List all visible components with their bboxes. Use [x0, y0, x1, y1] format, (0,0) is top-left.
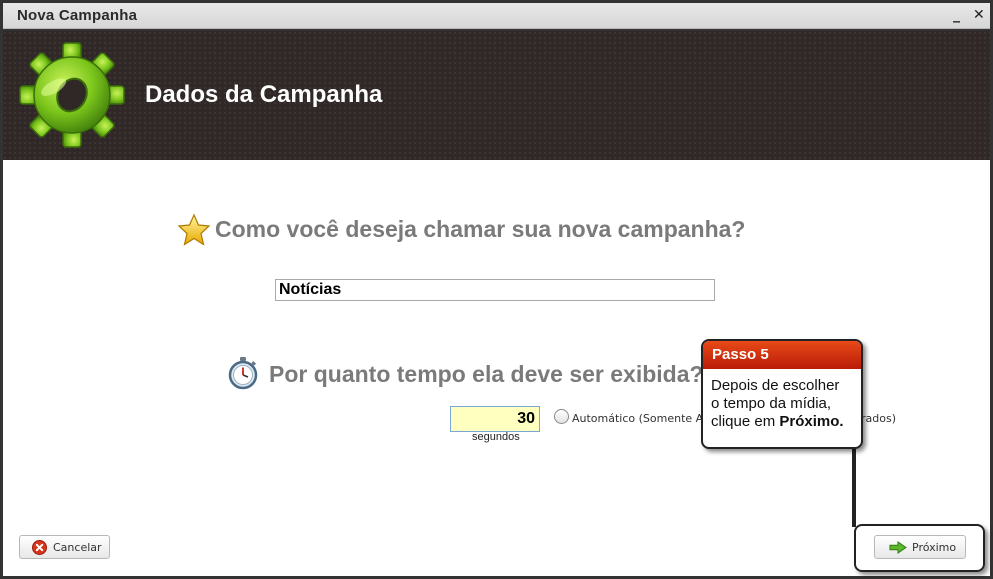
cancel-button-label: Cancelar — [53, 540, 102, 554]
callout-line-1: Depois de escolher — [711, 377, 840, 394]
duration-question: Por quanto tempo ela deve ser exibida? — [269, 361, 704, 387]
callout-connector — [852, 445, 856, 527]
campaign-name-question: Como você deseja chamar sua nova campanh… — [215, 216, 746, 242]
window-frame: Nova Campanha _ ✕ Dados da Campanha Como… — [0, 0, 993, 579]
automatic-duration-label-tail: rados) — [861, 412, 896, 425]
callout-line-3-emphasis: Próximo. — [779, 413, 844, 430]
callout-line-3: clique em Próximo. — [711, 413, 854, 431]
minimize-button[interactable]: _ — [953, 7, 960, 23]
stopwatch-icon — [228, 357, 258, 390]
callout-title: Passo 5 — [703, 341, 861, 369]
window-title: Nova Campanha — [17, 7, 138, 24]
campaign-name-input[interactable] — [275, 279, 715, 301]
next-button-highlight — [854, 524, 985, 572]
duration-seconds-input[interactable] — [450, 406, 540, 432]
cancel-button[interactable]: Cancelar — [19, 535, 110, 559]
gear-icon — [19, 42, 125, 148]
automatic-duration-radio[interactable] — [554, 409, 569, 424]
close-button[interactable]: ✕ — [973, 7, 985, 23]
cancel-icon — [32, 539, 47, 555]
callout-text: Depois de escolher o tempo da mídia, cli… — [703, 369, 861, 431]
header-banner: Dados da Campanha — [3, 31, 990, 160]
banner-title: Dados da Campanha — [145, 81, 383, 108]
title-bar: Nova Campanha _ ✕ — [3, 3, 990, 29]
tutorial-callout: Passo 5 Depois de escolher o tempo da mí… — [701, 339, 863, 449]
automatic-duration-label: Automático (Somente Arqu — [572, 412, 722, 425]
star-icon — [177, 213, 211, 246]
duration-unit-label: segundos — [472, 431, 520, 443]
callout-line-2: o tempo da mídia, — [711, 395, 832, 412]
callout-line-3-prefix: clique em — [711, 413, 780, 430]
